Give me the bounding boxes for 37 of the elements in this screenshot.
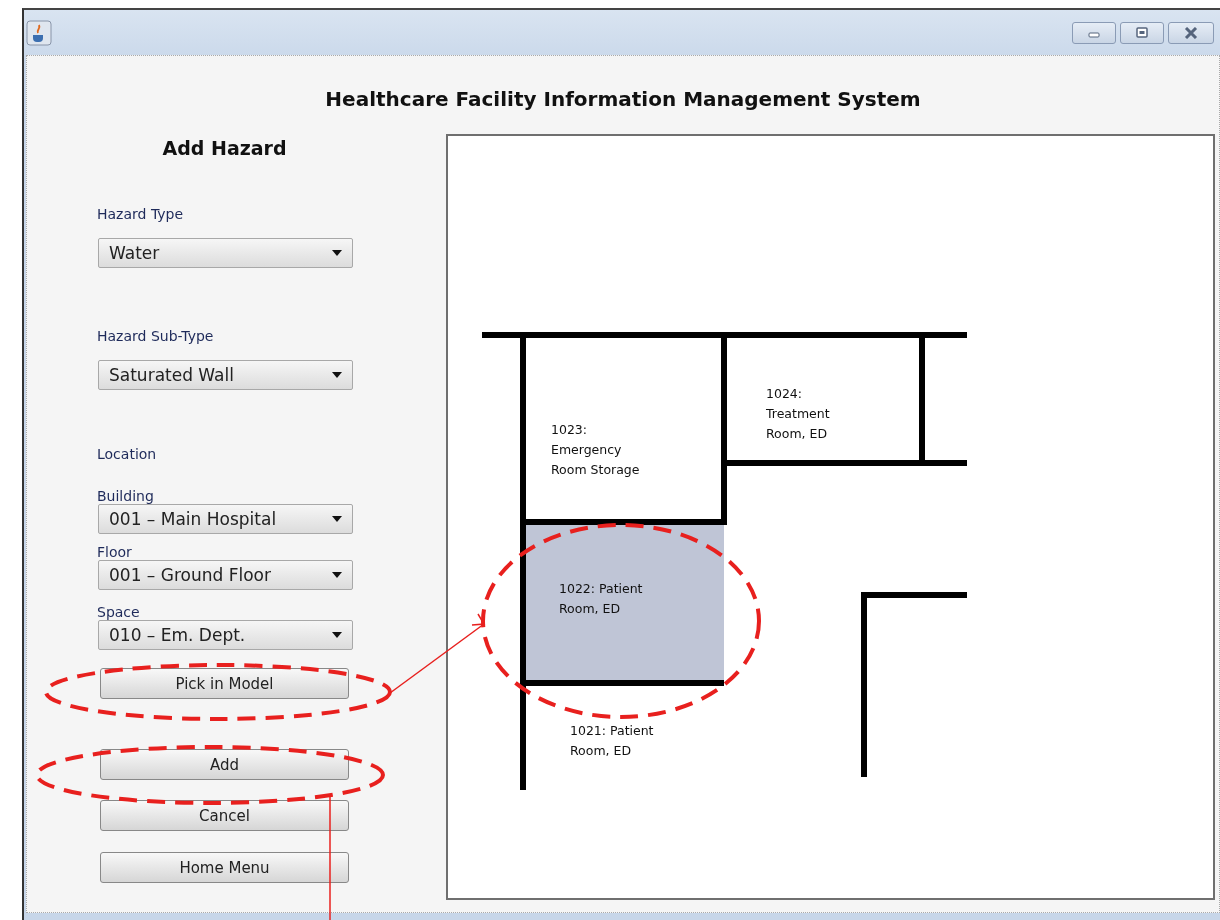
dropdown-value: Water — [109, 243, 160, 263]
form-heading: Add Hazard — [161, 136, 288, 161]
field-label: Hazard Type — [97, 206, 184, 222]
dropdown-value: 001 – Main Hospital — [109, 509, 277, 529]
app-title: Healthcare Facility Information Management System — [325, 86, 921, 113]
coffee-cup-icon — [26, 19, 52, 46]
minimize-button[interactable] — [1072, 21, 1116, 44]
section-label: Location — [97, 446, 157, 462]
field-label: Space — [97, 604, 140, 620]
room-label[interactable]: 1023: Emergency Room Storage — [551, 422, 640, 477]
dropdown[interactable]: 010 – Em. Dept. — [98, 620, 353, 650]
dropdown-value: Saturated Wall — [109, 365, 234, 385]
caret-icon — [332, 516, 342, 522]
field-label: Hazard Sub-Type — [97, 328, 214, 344]
dropdown[interactable]: Water — [98, 238, 353, 268]
dropdown[interactable]: 001 – Ground Floor — [98, 560, 353, 590]
caret-icon — [332, 632, 342, 638]
room-label[interactable]: 1022: Patient Room, ED — [559, 581, 643, 616]
action-button[interactable]: Cancel — [100, 800, 349, 831]
dropdown-value: 001 – Ground Floor — [109, 565, 271, 585]
field-label: Floor — [97, 544, 132, 560]
dropdown-value: 010 – Em. Dept. — [109, 625, 246, 645]
close-button[interactable] — [1168, 21, 1214, 44]
caret-icon — [332, 250, 342, 256]
field-label: Building — [97, 488, 154, 504]
dropdown[interactable]: 001 – Main Hospital — [98, 504, 353, 534]
maximize-button[interactable] — [1120, 21, 1164, 44]
caret-icon — [332, 372, 342, 378]
room-label[interactable]: 1021: Patient Room, ED — [570, 723, 654, 758]
action-button[interactable]: Home Menu — [100, 852, 349, 883]
maximize-icon — [1134, 26, 1150, 39]
close-icon — [1183, 26, 1199, 39]
caret-icon — [332, 572, 342, 578]
dropdown[interactable]: Saturated Wall — [98, 360, 353, 390]
action-button[interactable]: Add — [100, 749, 349, 780]
action-button[interactable]: Pick in Model — [100, 668, 349, 699]
room-label[interactable]: 1024: Treatment Room, ED — [766, 386, 830, 441]
